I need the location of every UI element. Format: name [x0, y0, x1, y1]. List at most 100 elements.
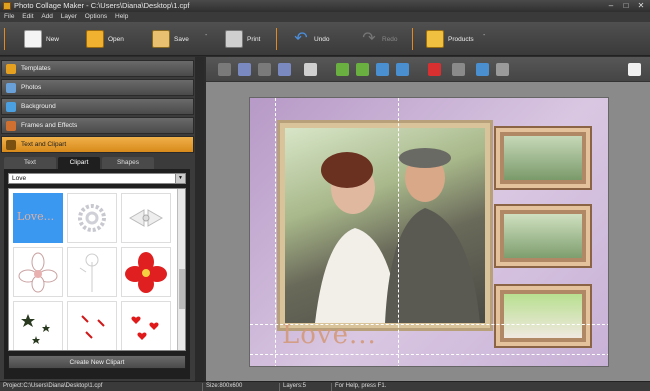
save-button[interactable]: Save [152, 25, 189, 53]
section-background[interactable]: Background [1, 98, 194, 115]
align-icon[interactable] [304, 63, 317, 76]
chevron-down-icon[interactable]: ▼ [175, 174, 185, 183]
scrollbar-thumb[interactable] [179, 269, 185, 309]
clipart-stars[interactable] [13, 301, 63, 350]
section-label: Background [21, 103, 56, 110]
clipart-red-flower[interactable] [121, 247, 171, 297]
page-icon[interactable] [628, 63, 641, 76]
lock-icon[interactable] [496, 63, 509, 76]
star-icon [6, 64, 16, 74]
category-select[interactable]: Love ▼ [8, 173, 186, 184]
toolbar-separator [412, 28, 413, 50]
clipart-bow[interactable] [121, 193, 171, 243]
menu-help[interactable]: Help [115, 13, 128, 20]
thumbnail-photo [504, 136, 582, 180]
bring-forward-icon[interactable] [278, 63, 291, 76]
section-label: Photos [21, 84, 42, 91]
photo-frame-2[interactable] [496, 206, 590, 266]
minimize-button[interactable]: – [604, 1, 618, 11]
clipart-grid: Love... [8, 188, 186, 351]
close-button[interactable]: ✕ [634, 1, 648, 11]
clipart-red-arrows[interactable] [67, 301, 117, 350]
tab-shapes[interactable]: Shapes [102, 157, 154, 169]
clipart-dandelion[interactable] [67, 247, 117, 297]
canvas-area: Love... [206, 57, 650, 381]
white-flower-icon [18, 252, 58, 293]
background-icon [6, 102, 16, 112]
menu-layer[interactable]: Layer [61, 13, 77, 20]
status-size: Size:800x600 [206, 383, 243, 389]
window-title: Photo Collage Maker - C:\Users\Diana\Des… [14, 1, 190, 10]
guide-line [398, 98, 399, 366]
rotate-left-icon[interactable] [336, 63, 349, 76]
menu-options[interactable]: Options [85, 13, 107, 20]
clipart-scrollbar[interactable] [177, 189, 185, 350]
section-templates[interactable]: Templates [1, 60, 194, 77]
open-label: Open [108, 35, 124, 43]
guide-line [275, 98, 276, 366]
status-bar: Project:C:\Users\Diana\Desktop\1.cpf Siz… [0, 381, 650, 391]
section-frames-effects[interactable]: Frames and Effects [1, 117, 194, 134]
canvas-toolbar [206, 57, 650, 82]
products-label: Products [448, 35, 474, 43]
status-layers: Layers:5 [283, 383, 307, 389]
clipart-tabs: Text Clipart Shapes [4, 157, 190, 169]
maximize-button[interactable]: □ [619, 1, 633, 11]
open-button[interactable]: Open [86, 25, 124, 53]
redo-button[interactable]: ↷ Redo [360, 25, 397, 53]
products-button[interactable]: Products [426, 25, 474, 53]
save-dropdown-arrow[interactable]: - [205, 32, 207, 39]
section-photos[interactable]: Photos [1, 79, 194, 96]
clipart-love-text[interactable]: Love... [13, 193, 63, 243]
bring-to-front-icon[interactable] [238, 63, 251, 76]
undo-button[interactable]: ↶ Undo [292, 25, 329, 53]
section-label: Templates [21, 65, 51, 72]
tab-clipart[interactable]: Clipart [58, 157, 100, 169]
print-button[interactable]: Print [225, 25, 260, 53]
clipart-pearls[interactable] [67, 193, 117, 243]
main-couple-photo[interactable] [280, 123, 490, 328]
print-label: Print [247, 35, 261, 43]
toolbar-separator [4, 28, 5, 50]
redo-icon: ↷ [362, 30, 376, 47]
crop-icon[interactable] [452, 63, 465, 76]
tab-text[interactable]: Text [4, 157, 56, 169]
section-text-clipart[interactable]: Text and Clipart [1, 136, 194, 153]
guide-line [250, 354, 608, 355]
clipart-tab-body: Love ▼ Love... Create New Clipart [4, 169, 190, 379]
stars-icon [21, 314, 50, 344]
settings-gear-icon[interactable] [476, 63, 489, 76]
status-separator [279, 383, 280, 391]
send-backward-icon[interactable] [258, 63, 271, 76]
collage-page[interactable]: Love... [249, 97, 609, 367]
bow-icon [128, 209, 164, 227]
rotate-right-icon[interactable] [356, 63, 369, 76]
flip-vertical-icon[interactable] [396, 63, 409, 76]
section-label: Text and Clipart [21, 141, 67, 148]
photo-frame-1[interactable] [496, 128, 590, 188]
products-dropdown-arrow[interactable]: - [483, 32, 485, 39]
products-icon [426, 30, 444, 48]
red-hearts-icon [131, 316, 159, 340]
photo-frame-3[interactable] [496, 286, 590, 346]
flip-horizontal-icon[interactable] [376, 63, 389, 76]
clipart-red-hearts[interactable] [121, 301, 171, 350]
menu-edit[interactable]: Edit [22, 13, 33, 20]
send-to-back-icon[interactable] [218, 63, 231, 76]
panel-scrollbar[interactable] [195, 57, 204, 381]
text-clipart-icon [6, 140, 16, 150]
clipart-white-flower[interactable] [13, 247, 63, 297]
main-toolbar: New Open Save - Print ↶ Undo ↷ Redo Prod… [0, 22, 650, 56]
toolbar-separator [276, 28, 277, 50]
app-icon [3, 2, 11, 10]
new-label: New [46, 35, 60, 43]
frames-icon [6, 121, 16, 131]
save-label: Save [174, 35, 189, 43]
delete-icon[interactable] [428, 63, 441, 76]
status-separator [331, 383, 332, 391]
menu-add[interactable]: Add [41, 13, 53, 20]
status-project: Project:C:\Users\Diana\Desktop\1.cpf [3, 383, 103, 389]
menu-file[interactable]: File [4, 13, 14, 20]
new-button[interactable]: New [24, 25, 59, 53]
create-new-clipart-button[interactable]: Create New Clipart [8, 355, 186, 369]
